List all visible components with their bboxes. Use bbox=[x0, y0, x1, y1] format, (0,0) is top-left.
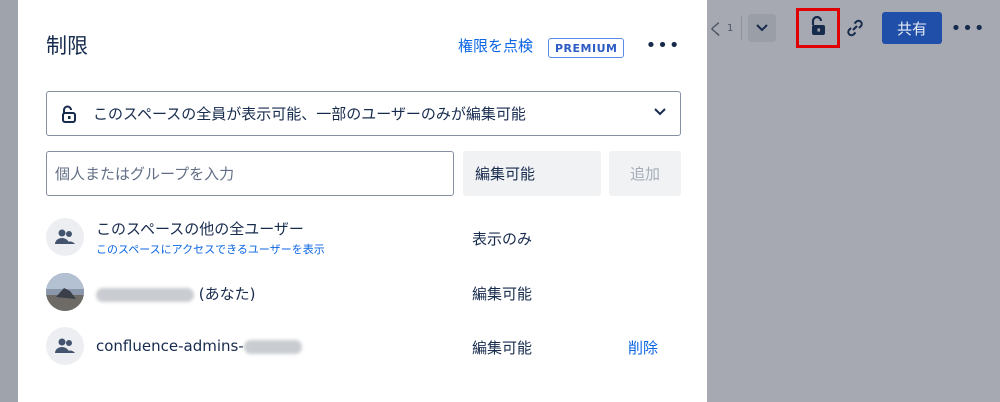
add-button[interactable]: 追加 bbox=[609, 151, 681, 196]
restrictions-dialog: 制限 権限を点検 PREMIUM ••• このスペースの全員が表示可能、一部のユ… bbox=[18, 0, 707, 402]
toolbar-partial-num: 1 bbox=[727, 22, 734, 34]
show-space-access-link[interactable]: このスペースにアクセスできるユーザーを表示 bbox=[96, 241, 325, 257]
you-label: (あなた) bbox=[198, 285, 256, 303]
group-icon bbox=[46, 218, 84, 256]
row-permission: 編集可能 bbox=[472, 339, 533, 357]
remove-link[interactable]: 削除 bbox=[628, 337, 658, 358]
link-icon[interactable] bbox=[841, 14, 869, 42]
toolbar-partial-char: く bbox=[708, 20, 725, 39]
row-permission: 表示のみ bbox=[472, 230, 533, 248]
list-item: (あなた) 編集可能 bbox=[46, 273, 681, 313]
chevron-down-icon bbox=[654, 105, 666, 119]
row-name: このスペースの他の全ユーザー bbox=[96, 220, 304, 238]
unlock-icon bbox=[59, 104, 79, 124]
group-name: confluence-admins- bbox=[96, 337, 244, 355]
row-name: (あなた) bbox=[96, 283, 256, 304]
person-or-group-input[interactable] bbox=[46, 151, 454, 196]
premium-badge: PREMIUM bbox=[548, 38, 625, 58]
group-icon bbox=[46, 327, 84, 365]
restriction-level-label: このスペースの全員が表示可能、一部のユーザーのみが編集可能 bbox=[93, 105, 526, 123]
restriction-level-select[interactable]: このスペースの全員が表示可能、一部のユーザーのみが編集可能 bbox=[46, 91, 681, 136]
unlock-icon bbox=[808, 15, 828, 41]
chevron-down-icon[interactable] bbox=[748, 14, 776, 42]
list-item: confluence-admins- 編集可能 削除 bbox=[46, 327, 681, 367]
list-item: このスペースの他の全ユーザー このスペースにアクセスできるユーザーを表示 表示の… bbox=[46, 218, 681, 258]
redacted-name bbox=[96, 287, 194, 302]
restrictions-button[interactable] bbox=[796, 8, 840, 48]
page-toolbar: く 1 共有 ••• bbox=[700, 8, 1000, 48]
permission-select[interactable]: 編集可能 bbox=[463, 151, 601, 196]
check-permissions-link[interactable]: 権限を点検 bbox=[458, 35, 533, 56]
dialog-title: 制限 bbox=[46, 34, 88, 58]
page-edge bbox=[0, 0, 18, 402]
redacted-name bbox=[243, 339, 302, 354]
dialog-more-icon[interactable]: ••• bbox=[646, 32, 680, 58]
avatar bbox=[46, 273, 84, 311]
row-name: confluence-admins- bbox=[96, 337, 302, 355]
more-options-icon[interactable]: ••• bbox=[951, 14, 985, 42]
toolbar-divider bbox=[741, 16, 742, 40]
share-button[interactable]: 共有 bbox=[882, 12, 942, 44]
row-permission: 編集可能 bbox=[472, 285, 533, 303]
